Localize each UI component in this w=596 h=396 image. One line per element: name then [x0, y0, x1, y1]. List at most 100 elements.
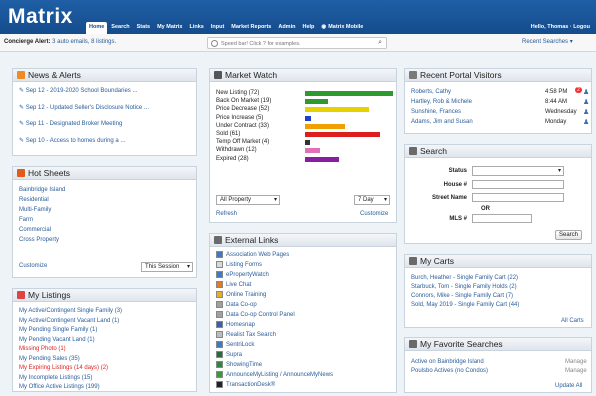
- nav-home[interactable]: Home: [86, 22, 108, 34]
- market-bar[interactable]: [305, 148, 320, 154]
- days-select[interactable]: 7 Day: [354, 195, 390, 205]
- cart-item[interactable]: Sold, May 2019 - Single Family Cart (44): [411, 302, 519, 308]
- listing-item[interactable]: My Office Active Listings (199): [19, 384, 100, 390]
- listing-item[interactable]: My Active/Contingent Vacant Land (1): [19, 318, 119, 324]
- external-link[interactable]: Realist Tax Search: [216, 331, 276, 338]
- hot-sheet-item[interactable]: Cross Property: [19, 237, 59, 243]
- market-bar[interactable]: [305, 99, 329, 105]
- external-link[interactable]: TransactionDesk®: [216, 381, 275, 388]
- listing-item[interactable]: My Pending Single Family (1): [19, 327, 97, 333]
- recent-searches-select[interactable]: Recent Searches ▾: [522, 38, 573, 45]
- visitor-count-badge[interactable]: 2: [575, 87, 582, 93]
- pin-icon: ✎: [19, 105, 26, 111]
- visitor-name[interactable]: Sunshine, Frances: [411, 109, 461, 115]
- listing-item[interactable]: Missing Photo (1): [19, 346, 66, 352]
- market-bar[interactable]: [305, 132, 380, 137]
- external-link[interactable]: Data Co-op: [216, 301, 257, 308]
- nav-stats[interactable]: Stats: [134, 22, 153, 34]
- market-row-label[interactable]: Withdrawn (12): [216, 147, 257, 153]
- visitor-person-icon[interactable]: ♟: [583, 118, 589, 126]
- external-link[interactable]: Data Co-op Control Panel: [216, 311, 295, 318]
- listing-item[interactable]: My Incomplete Listings (15): [19, 375, 92, 381]
- house-number-input[interactable]: [472, 180, 564, 189]
- visitor-name[interactable]: Adams, Jim and Susan: [411, 119, 473, 125]
- market-row-label[interactable]: Expired (28): [216, 156, 249, 162]
- refresh-link[interactable]: Refresh: [216, 211, 237, 217]
- status-select[interactable]: [472, 166, 564, 176]
- nav-market-reports[interactable]: Market Reports: [228, 22, 274, 34]
- cart-item[interactable]: Burch, Heather - Single Family Cart (22): [411, 275, 518, 281]
- market-customize-link[interactable]: Customize: [360, 211, 388, 217]
- visitor-name[interactable]: Roberts, Cathy: [411, 89, 451, 95]
- nav-help[interactable]: Help: [299, 22, 317, 34]
- visitor-person-icon[interactable]: ♟: [583, 98, 589, 106]
- listing-item[interactable]: My Pending Vacant Land (1): [19, 337, 95, 343]
- all-carts-link[interactable]: All Carts: [561, 318, 584, 324]
- customize-link[interactable]: Customize: [19, 263, 47, 269]
- favorite-search-item[interactable]: Poulsbo Actives (no Condos): [411, 368, 488, 374]
- market-bar[interactable]: [305, 115, 312, 121]
- news-item[interactable]: ✎ Sep 12 - Updated Seller's Disclosure N…: [19, 104, 149, 111]
- portal-visitors-panel: Recent Portal Visitors Roberts, Cathy 4:5…: [404, 68, 592, 134]
- speed-bar-input[interactable]: [221, 39, 371, 48]
- market-row-label[interactable]: Back On Market (19): [216, 98, 271, 104]
- visitor-time: Monday: [545, 119, 567, 125]
- visitor-person-icon[interactable]: ♟: [583, 108, 589, 116]
- nav-my-matrix[interactable]: My Matrix: [154, 22, 185, 34]
- external-link[interactable]: AnnounceMyListing / AnnounceMyNews: [216, 371, 333, 378]
- update-all-link[interactable]: Update All: [555, 383, 582, 389]
- external-link[interactable]: Homesnap: [216, 321, 255, 328]
- external-link[interactable]: Association Web Pages: [216, 251, 289, 258]
- news-item[interactable]: ✎ Sep 11 - Designated Broker Meeting: [19, 120, 122, 127]
- hot-sheet-item[interactable]: Commercial: [19, 227, 51, 233]
- cart-item[interactable]: Starbuck, Tom - Single Family Holds (2): [411, 284, 517, 290]
- news-item[interactable]: ✎ Sep 12 - 2019-2020 School Boundaries .…: [19, 87, 137, 94]
- external-link[interactable]: Listing Forms: [216, 261, 262, 268]
- listing-item[interactable]: My Expiring Listings (14 days) (2): [19, 365, 108, 371]
- visitor-person-icon[interactable]: ♟: [583, 88, 589, 96]
- market-row-label[interactable]: Price Decrease (52): [216, 106, 269, 112]
- manage-link[interactable]: Manage: [565, 368, 587, 374]
- listing-item[interactable]: My Active/Contingent Single Family (3): [19, 308, 122, 314]
- nav-admin[interactable]: Admin: [275, 22, 298, 34]
- news-item[interactable]: ✎ Sep 10 - Access to homes during a ...: [19, 137, 125, 144]
- hot-sheet-item[interactable]: Residential: [19, 197, 49, 203]
- user-greeting[interactable]: Hello, Thomas · Logou: [531, 24, 590, 30]
- market-bar[interactable]: [305, 123, 346, 129]
- external-link[interactable]: ShowingTime: [216, 361, 262, 368]
- property-select[interactable]: All Property: [216, 195, 280, 205]
- nav-links[interactable]: Links: [186, 22, 206, 34]
- market-bar[interactable]: [305, 156, 340, 162]
- session-select[interactable]: This Session: [141, 262, 193, 272]
- market-row-label[interactable]: Sold (61): [216, 131, 240, 137]
- external-link[interactable]: Live Chat: [216, 281, 251, 288]
- market-row-label[interactable]: Under Contract (33): [216, 123, 269, 129]
- external-link[interactable]: ePropertyWatch: [216, 271, 269, 278]
- nav-input[interactable]: Input: [208, 22, 227, 34]
- hot-sheet-item[interactable]: Multi-Family: [19, 207, 51, 213]
- search-icon[interactable]: ⌕: [378, 39, 382, 47]
- market-bar[interactable]: [305, 91, 393, 96]
- nav-matrix-mobile[interactable]: ◉ Matrix Mobile: [318, 22, 367, 34]
- search-button[interactable]: Search: [555, 230, 583, 240]
- cart-item[interactable]: Connors, Mike - Single Family Cart (7): [411, 293, 513, 299]
- street-name-input[interactable]: [472, 193, 564, 202]
- mls-number-input[interactable]: [472, 214, 532, 223]
- manage-link[interactable]: Manage: [565, 359, 587, 365]
- external-link[interactable]: SentriLock: [216, 341, 254, 348]
- speed-bar[interactable]: ⌕: [207, 37, 387, 49]
- market-bar[interactable]: [305, 140, 310, 146]
- nav-search[interactable]: Search: [108, 22, 132, 34]
- visitor-name[interactable]: Hartley, Rob & Michele: [411, 99, 472, 105]
- market-row-label[interactable]: Price Increase (5): [216, 115, 263, 121]
- concierge-link[interactable]: 3 auto emails, 8 listings.: [52, 39, 116, 45]
- hot-sheet-item[interactable]: Bainbridge Island: [19, 187, 65, 193]
- market-bar[interactable]: [305, 107, 369, 113]
- market-row-label[interactable]: Temp Off Market (4): [216, 139, 269, 145]
- favorite-search-item[interactable]: Active on Bainbridge Island: [411, 359, 484, 365]
- market-row-label[interactable]: New Listing (72): [216, 90, 259, 96]
- external-link[interactable]: Online Training: [216, 291, 266, 298]
- external-link[interactable]: Supra: [216, 351, 242, 358]
- hot-sheet-item[interactable]: Farm: [19, 217, 33, 223]
- listing-item[interactable]: My Pending Sales (35): [19, 356, 80, 362]
